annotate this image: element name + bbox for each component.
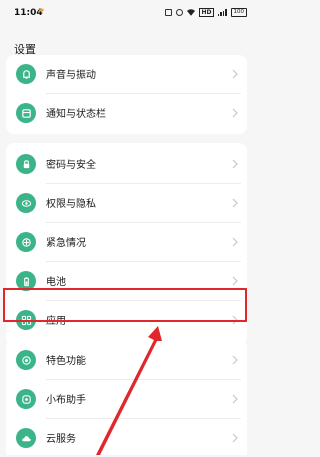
settings-item-permissions-privacy[interactable]: 权限与隐私 bbox=[6, 184, 247, 222]
settings-item-password-security[interactable]: 密码与安全 bbox=[6, 145, 247, 183]
settings-item-assistant[interactable]: 小布助手 bbox=[6, 380, 247, 418]
settings-item-label: 密码与安全 bbox=[46, 160, 96, 171]
chevron-right-icon bbox=[232, 69, 238, 79]
status-icons: HD 100 bbox=[165, 8, 247, 17]
chevron-right-icon bbox=[232, 159, 238, 169]
battery-level: 100 bbox=[230, 8, 247, 17]
chevron-right-icon bbox=[232, 198, 238, 208]
charging-icon bbox=[38, 8, 45, 13]
settings-item-label: 声音与振动 bbox=[46, 70, 96, 81]
status-bar: 11:04 HD 100 bbox=[0, 0, 255, 30]
settings-item-label: 紧急情况 bbox=[46, 238, 86, 249]
settings-item-sound[interactable]: 声音与振动 bbox=[6, 55, 247, 93]
settings-item-emergency[interactable]: 紧急情况 bbox=[6, 223, 247, 261]
chevron-right-icon bbox=[232, 108, 238, 118]
alarm-icon bbox=[176, 9, 184, 16]
settings-item-special-features[interactable]: 特色功能 bbox=[6, 341, 247, 379]
cloud-icon bbox=[16, 428, 36, 448]
emergency-icon bbox=[16, 232, 36, 252]
settings-item-label: 云服务 bbox=[46, 434, 76, 445]
settings-item-label: 特色功能 bbox=[46, 356, 86, 367]
chevron-right-icon bbox=[232, 433, 238, 443]
settings-item-notifications[interactable]: 通知与状态栏 bbox=[6, 94, 247, 132]
privacy-icon bbox=[16, 193, 36, 213]
wifi-icon bbox=[187, 9, 196, 16]
signal-icon bbox=[217, 9, 227, 16]
settings-group-1: 声音与振动 通知与状态栏 bbox=[6, 55, 247, 134]
network-type-label: HD bbox=[199, 8, 214, 17]
settings-item-label: 权限与隐私 bbox=[46, 199, 96, 210]
bell-icon bbox=[16, 64, 36, 84]
chevron-right-icon bbox=[232, 355, 238, 365]
settings-item-label: 通知与状态栏 bbox=[46, 109, 106, 120]
chevron-right-icon bbox=[232, 276, 238, 286]
chevron-right-icon bbox=[232, 237, 238, 247]
notification-icon bbox=[16, 103, 36, 123]
chevron-right-icon bbox=[232, 394, 238, 404]
nfc-icon bbox=[165, 9, 173, 16]
assistant-icon bbox=[16, 389, 36, 409]
settings-item-label: 小布助手 bbox=[46, 395, 86, 406]
highlight-box bbox=[3, 288, 247, 322]
settings-item-cloud[interactable]: 云服务 bbox=[6, 419, 247, 457]
special-features-icon bbox=[16, 350, 36, 370]
settings-item-label: 电池 bbox=[46, 277, 66, 288]
settings-group-3: 特色功能 小布助手 云服务 bbox=[6, 339, 247, 455]
lock-icon bbox=[16, 154, 36, 174]
